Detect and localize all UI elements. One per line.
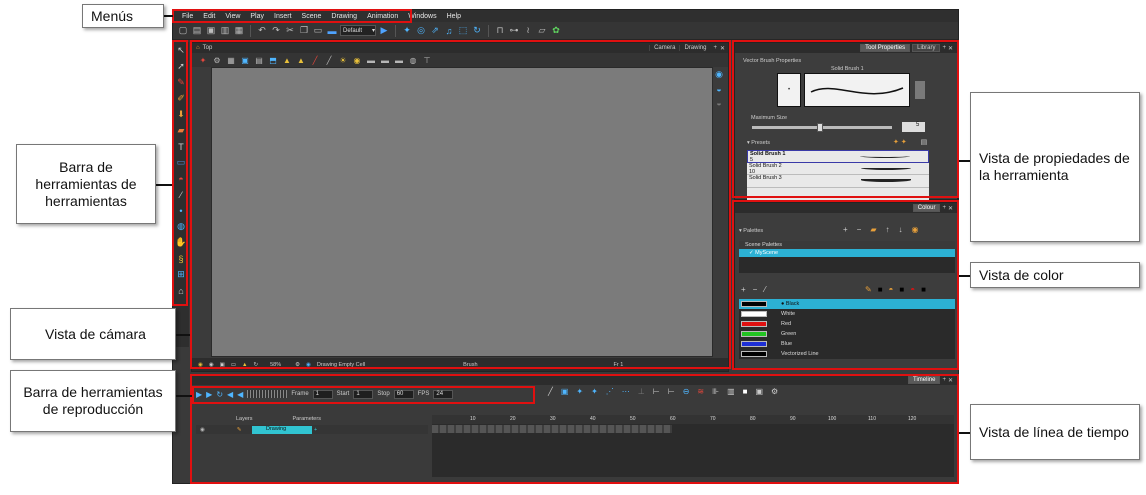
import-icon[interactable]: ▦ — [233, 25, 245, 37]
camera-pointer — [176, 334, 190, 336]
menu-help[interactable]: Help — [442, 13, 466, 20]
keyframe-icon[interactable]: ⬚ — [457, 25, 469, 37]
animate-current-icon[interactable]: ◎ — [415, 25, 427, 37]
redo-icon[interactable]: ↷ — [270, 25, 282, 37]
open-folder-icon[interactable]: ▤ — [191, 25, 203, 37]
undo-icon[interactable]: ↶ — [256, 25, 268, 37]
playback-pointer — [176, 395, 192, 397]
cut-icon[interactable]: ✂ — [284, 25, 296, 37]
workspace-select[interactable]: Default ▾ — [340, 25, 376, 36]
file-toolbar: ▢ ▤ ▣ ▥ ▦ ↶ ↷ ✂ ❐ ▭ ▬ Default ▾ ▶ ✦ ◎ ⇗ … — [173, 22, 958, 40]
transform-icon[interactable]: ⇗ — [429, 25, 441, 37]
chevron-down-icon: ▾ — [371, 28, 375, 34]
curve-icon[interactable]: ≀ — [522, 25, 534, 37]
colour-pointer — [959, 275, 970, 277]
menus-outline — [172, 9, 412, 23]
save-workspace-icon[interactable]: ▶ — [378, 25, 390, 37]
callout-tool-properties: Vista de propiedades de la herramienta — [970, 92, 1140, 242]
workspace-icon[interactable]: ▬ — [326, 25, 338, 37]
callout-colour-view: Vista de color — [970, 262, 1140, 288]
save-icon[interactable]: ▣ — [205, 25, 217, 37]
menus-pointer — [163, 15, 173, 17]
workspace-select-value: Default — [343, 27, 363, 34]
tool-properties-outline — [732, 40, 959, 198]
tools-pointer — [156, 184, 172, 186]
bone-icon[interactable]: ⊶ — [508, 25, 520, 37]
pivot-icon[interactable]: ↻ — [471, 25, 483, 37]
callout-menus: Menús — [82, 4, 164, 28]
save-as-icon[interactable]: ▥ — [219, 25, 231, 37]
toolbar-separator — [395, 24, 396, 37]
toolbar-separator — [250, 24, 251, 37]
motion-path-icon[interactable]: ♫ — [443, 25, 455, 37]
callout-camera-view: Vista de cámara — [10, 308, 176, 360]
deformation-icon[interactable]: ⊓ — [494, 25, 506, 37]
toolbar-separator — [488, 24, 489, 37]
tool-props-pointer — [959, 160, 970, 162]
rigging-icon[interactable]: ✿ — [550, 25, 562, 37]
timeline-view-outline — [190, 374, 959, 484]
new-file-icon[interactable]: ▢ — [177, 25, 189, 37]
timeline-pointer — [959, 432, 970, 434]
tools-toolbar-outline — [172, 40, 188, 306]
callout-tools-toolbar: Barra de herramientas de herramientas — [16, 144, 156, 224]
paste-icon[interactable]: ▭ — [312, 25, 324, 37]
animate-mode-icon[interactable]: ✦ — [401, 25, 413, 37]
envelope-icon[interactable]: ▱ — [536, 25, 548, 37]
copy-icon[interactable]: ❐ — [298, 25, 310, 37]
callout-playback-toolbar: Barra de herramientas de reproducción — [10, 370, 176, 432]
callout-timeline-view: Vista de línea de tiempo — [970, 404, 1140, 460]
camera-view-outline — [190, 40, 731, 369]
colour-view-outline — [732, 200, 959, 370]
